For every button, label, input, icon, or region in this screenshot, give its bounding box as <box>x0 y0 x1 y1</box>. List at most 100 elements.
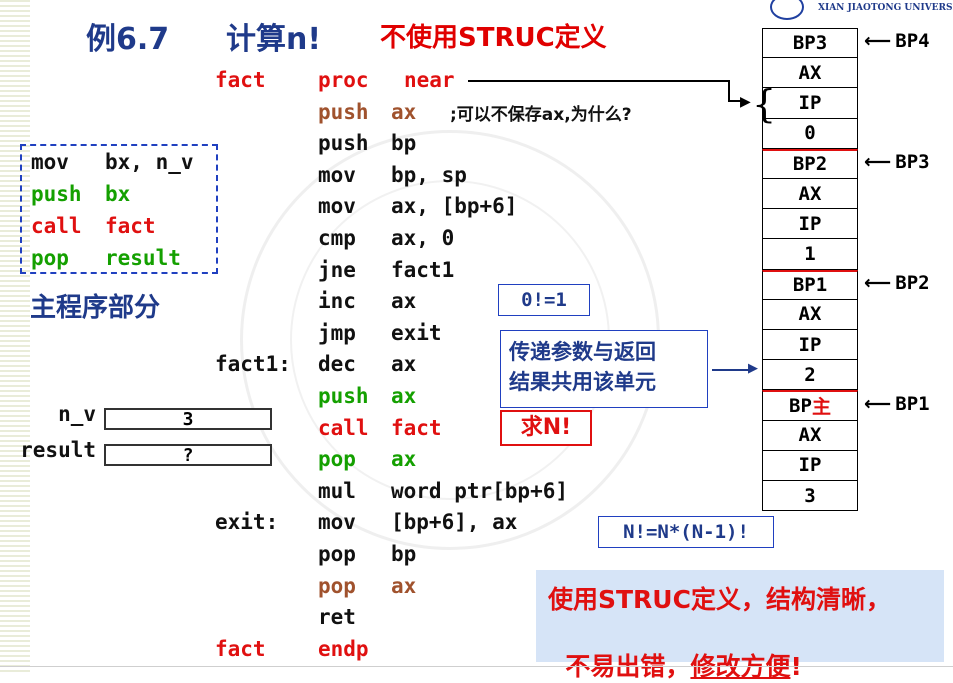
main-program-opcode: pop <box>31 246 69 270</box>
code-operand: ax, [bp+6] <box>391 194 518 219</box>
code-opcode: cmp <box>318 226 356 250</box>
code-operand: ax <box>391 99 417 124</box>
code-opcode: pop <box>318 542 356 566</box>
left-arrow-icon: ⟵ <box>864 150 892 173</box>
stack-cell-value: 0 <box>804 122 816 145</box>
stack-cell-value: AX <box>798 182 822 205</box>
stack-cell: BP3 <box>762 28 858 59</box>
stack-cell: 1 <box>762 239 858 270</box>
left-arrow-icon: ⟵ <box>864 392 892 415</box>
benefit-line-2: 不易出错，修改方便! <box>565 652 801 681</box>
proc-arrow-line-v <box>728 80 730 102</box>
code-comment: ;可以不保存ax,为什么? <box>450 104 632 125</box>
code-operand: ax <box>391 384 417 408</box>
code-operand: ax <box>391 352 417 377</box>
code-opcode: push <box>318 99 369 124</box>
code-operand: ax, 0 <box>391 226 455 250</box>
code-operand: bp <box>391 542 417 566</box>
code-opcode: mov <box>318 194 356 219</box>
code-opcode: inc <box>318 289 356 314</box>
code-operand: [bp+6], ax <box>391 510 518 535</box>
stack-pointer-text: BP1 <box>895 392 930 415</box>
variable-memory-cell: 3 <box>104 408 272 430</box>
stack-cell-value: BP3 <box>792 32 828 55</box>
stack-pointer-label: ⟵ BP2 <box>864 272 930 294</box>
code-opcode: dec <box>318 352 356 377</box>
main-program-line: push bx <box>31 178 130 210</box>
main-program-opcode: call <box>31 214 82 238</box>
main-program-line: call fact <box>31 210 156 242</box>
page-title: 计算n! <box>226 22 322 57</box>
stack-cell-value: BP <box>789 394 812 417</box>
code-opcode: mov <box>318 510 356 535</box>
code-opcode: pop <box>318 447 356 472</box>
example-number: 例6.7 <box>86 22 170 57</box>
code-operand: fact1 <box>391 257 455 282</box>
code-opcode: jmp <box>318 320 356 345</box>
stack-cell: BP1 <box>762 269 858 300</box>
main-program-operand: bx, n_v <box>105 150 194 174</box>
formula-note: N!=N*(N-1)! <box>598 516 774 548</box>
stack-cell-value: AX <box>798 303 822 326</box>
main-program-opcode: push <box>31 182 82 206</box>
shared-unit-arrow-head-icon: ▶ <box>748 361 758 376</box>
left-arrow-icon: ⟵ <box>864 30 892 53</box>
stack-pointer-text: BP4 <box>895 30 930 53</box>
stack-cell-value: IP <box>798 454 822 477</box>
main-program-caption: 主程序部分 <box>30 293 161 323</box>
shared-unit-note: 传递参数与返回 结果共用该单元 <box>500 330 708 408</box>
code-opcode: push <box>318 384 369 408</box>
stack-cell-value: 2 <box>804 363 816 386</box>
stack-pointer-label: ⟵ BP4 <box>864 30 930 52</box>
code-label: fact <box>215 68 266 92</box>
left-arrow-icon: ⟵ <box>864 271 892 294</box>
stack-cell-value: AX <box>798 61 822 84</box>
stack-cell-value: IP <box>798 333 822 356</box>
code-opcode: call <box>318 415 369 440</box>
code-operand: bp <box>391 131 417 156</box>
code-opcode: proc <box>318 68 369 92</box>
find-n-note: 求N! <box>500 410 592 446</box>
left-stripe-decoration <box>0 0 30 672</box>
stack-cell: AX <box>762 299 858 330</box>
proc-arrow-line-h <box>468 80 730 82</box>
code-operand: ax <box>391 289 417 314</box>
code-operand: fact <box>391 415 442 440</box>
code-operand: ax <box>391 447 417 472</box>
variable-name: n_v <box>58 402 96 426</box>
code-opcode: endp <box>318 636 369 661</box>
stack-cell-value: IP <box>798 91 822 114</box>
code-operand: bp, sp <box>391 162 467 187</box>
code-opcode: jne <box>318 257 356 282</box>
code-opcode: pop <box>318 573 356 598</box>
stack-cell: AX <box>762 420 858 451</box>
stack-cell: IP <box>762 330 858 361</box>
stack-cell: IP <box>762 450 858 481</box>
main-program-operand: result <box>105 246 181 270</box>
variable-name: result <box>20 438 96 462</box>
stack-pointer-label: ⟵ BP3 <box>864 151 930 173</box>
code-opcode: mul <box>318 478 356 503</box>
code-operand: exit <box>391 320 442 345</box>
code-opcode: ret <box>318 605 356 630</box>
benefit-line-1: 使用STRUC定义，结构清晰， <box>548 585 891 614</box>
shared-unit-arrow-line <box>712 369 752 371</box>
stack-cell-value: BP1 <box>792 274 828 297</box>
university-logo-text: XIAN JIAOTONG UNIVERSITY <box>818 3 953 13</box>
stack-cell: AX <box>762 179 858 210</box>
page-subtitle: 不使用STRUC定义 <box>380 23 607 53</box>
variable-memory-cell: ? <box>104 444 272 466</box>
main-program-opcode: mov <box>31 150 69 174</box>
stack-pointer-label: ⟵ BP1 <box>864 393 930 415</box>
stack-cell: BP 主 <box>762 390 858 421</box>
main-program-operand: bx <box>105 182 131 206</box>
stack-cell-value: AX <box>798 424 822 447</box>
stack-cell: IP <box>762 88 858 119</box>
code-operand: ax <box>391 573 417 598</box>
stack-cell: 3 <box>762 481 858 512</box>
code-opcode: push <box>318 131 369 156</box>
stack-cell: BP2 <box>762 148 858 179</box>
zero-factorial-note: 0!=1 <box>498 284 590 316</box>
code-opcode: mov <box>318 162 356 187</box>
stack-cell: 2 <box>762 360 858 391</box>
